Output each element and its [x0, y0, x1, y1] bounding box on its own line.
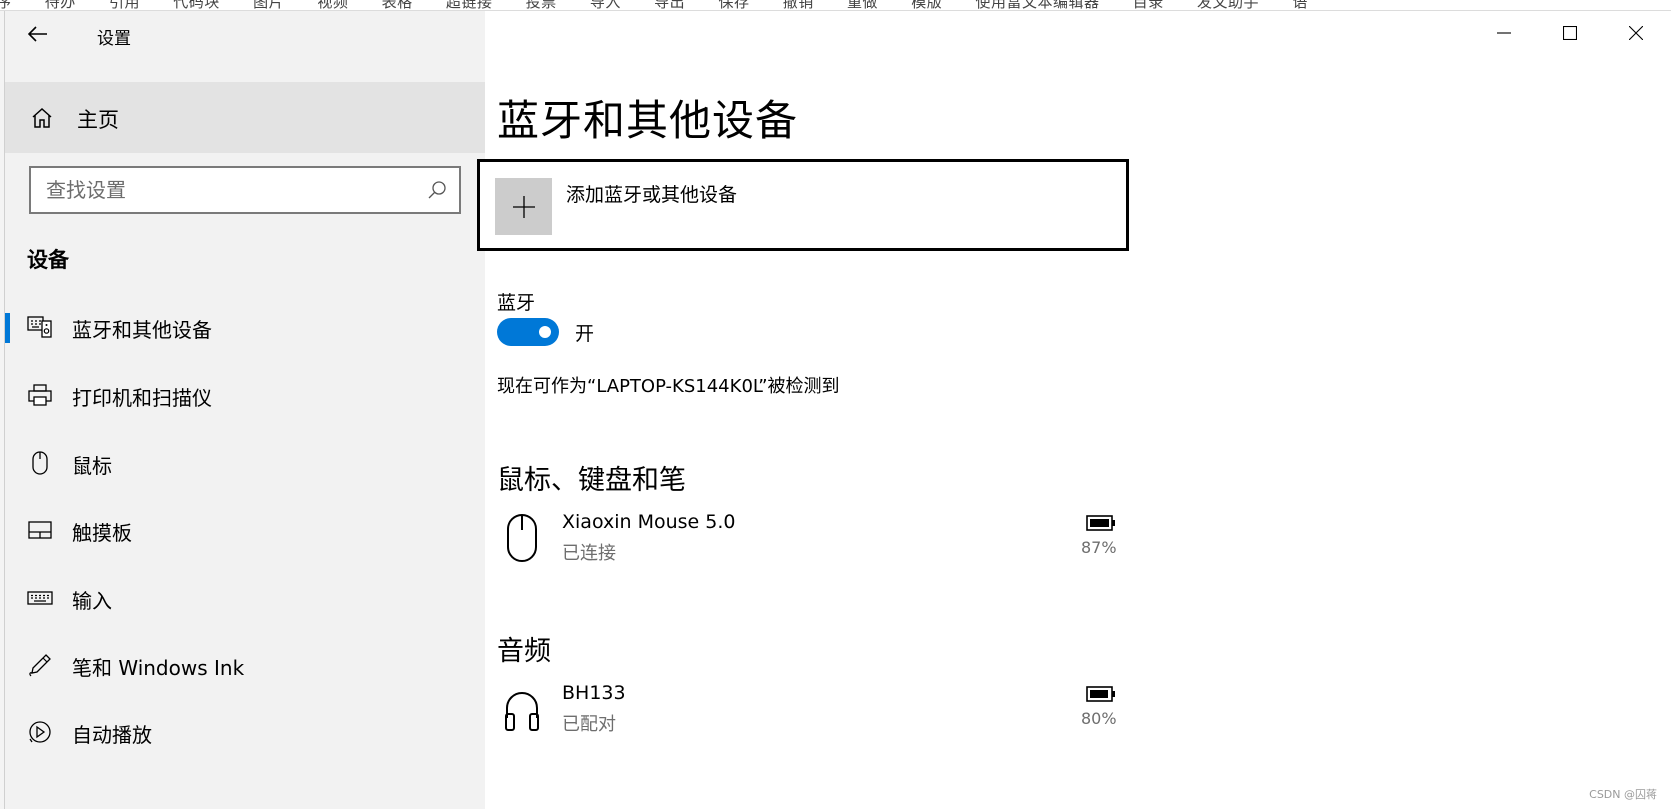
sidebar-item-autoplay[interactable]: 自动播放 [5, 703, 485, 763]
sidebar-item-label: 蓝牙和其他设备 [72, 318, 212, 342]
battery-icon [1086, 515, 1115, 531]
sidebar-item-typing[interactable]: 输入 [5, 569, 485, 629]
minimize-icon [1497, 32, 1511, 34]
group-heading-audio: 音频 [497, 636, 551, 667]
mouse-icon [507, 514, 537, 562]
sidebar: 设置 主页 设备 蓝牙和其他设备 [5, 11, 485, 809]
watermark: CSDN @囚蒋 [1589, 788, 1657, 801]
add-device-label: 添加蓝牙或其他设备 [566, 184, 738, 206]
device-item-audio[interactable]: BH133 已配对 80% [497, 682, 1122, 748]
headphones-icon [505, 692, 539, 731]
background-app-menu-text: 序 待办 引用 代码块 图片 视频 表格 超链接 投票 导入 导出 保存 撤销 … [0, 0, 1308, 11]
minimize-button[interactable] [1471, 11, 1537, 55]
title-bar: 设置 [5, 11, 485, 59]
sidebar-item-bluetooth[interactable]: 蓝牙和其他设备 [5, 298, 485, 358]
plus-icon [512, 195, 535, 218]
search-input[interactable] [31, 168, 421, 212]
background-app-toolbar: 序 待办 引用 代码块 图片 视频 表格 超链接 投票 导入 导出 保存 撤销 … [0, 0, 1671, 11]
sidebar-item-mouse[interactable]: 鼠标 [5, 434, 485, 494]
battery-percent: 80% [1081, 709, 1117, 728]
bluetooth-state: 开 [575, 323, 595, 345]
sidebar-item-label: 鼠标 [72, 454, 112, 478]
add-device-button[interactable]: 添加蓝牙或其他设备 [477, 159, 1129, 251]
mouse-icon [32, 451, 48, 475]
bluetooth-toggle[interactable] [497, 318, 559, 346]
settings-window: 设置 主页 设备 蓝牙和其他设备 [5, 11, 1671, 809]
sidebar-item-label: 输入 [72, 589, 112, 613]
selected-indicator [5, 313, 10, 343]
discoverable-text: 现在可作为“LAPTOP-KS144K0L”被检测到 [497, 376, 840, 397]
device-status: 已配对 [562, 714, 616, 735]
back-arrow-icon [28, 26, 47, 42]
device-name: Xiaoxin Mouse 5.0 [562, 511, 736, 533]
bluetooth-devices-icon [27, 316, 52, 338]
touchpad-icon [28, 521, 52, 539]
battery-icon [1086, 686, 1115, 702]
device-item-mouse[interactable]: Xiaoxin Mouse 5.0 已连接 87% [497, 511, 1122, 577]
device-status: 已连接 [562, 543, 616, 564]
page-title: 蓝牙和其他设备 [497, 96, 799, 145]
sidebar-item-label: 触摸板 [72, 521, 132, 545]
sidebar-item-label: 自动播放 [72, 723, 152, 747]
autoplay-icon [29, 721, 51, 743]
keyboard-icon [27, 591, 53, 605]
sidebar-item-printers[interactable]: 打印机和扫描仪 [5, 366, 485, 426]
battery-percent: 87% [1081, 538, 1117, 557]
search-box [29, 166, 461, 214]
device-name: BH133 [562, 682, 626, 704]
toggle-knob [539, 326, 551, 338]
close-icon [1629, 26, 1643, 40]
window-controls [1471, 11, 1671, 55]
printer-icon [28, 384, 52, 406]
app-title: 设置 [97, 29, 131, 49]
sidebar-item-pen[interactable]: 笔和 Windows Ink [5, 636, 485, 696]
main-content: 蓝牙和其他设备 添加蓝牙或其他设备 蓝牙 开 现在可作为“LAPTOP-KS14… [477, 11, 1671, 809]
section-heading: 设备 [27, 248, 69, 272]
bluetooth-label: 蓝牙 [497, 292, 536, 314]
home-nav-item[interactable]: 主页 [5, 82, 485, 153]
sidebar-item-label: 打印机和扫描仪 [72, 386, 212, 410]
pen-icon [29, 654, 51, 677]
back-button[interactable] [23, 19, 53, 49]
close-button[interactable] [1603, 11, 1669, 55]
maximize-icon [1563, 26, 1577, 40]
maximize-button[interactable] [1537, 11, 1603, 55]
home-icon [32, 107, 52, 128]
search-icon[interactable] [427, 180, 447, 200]
add-tile [495, 178, 552, 235]
group-heading-input-devices: 鼠标、键盘和笔 [497, 465, 686, 496]
sidebar-item-label: 笔和 Windows Ink [72, 656, 245, 680]
home-label: 主页 [77, 108, 119, 132]
sidebar-item-touchpad[interactable]: 触摸板 [5, 501, 485, 561]
